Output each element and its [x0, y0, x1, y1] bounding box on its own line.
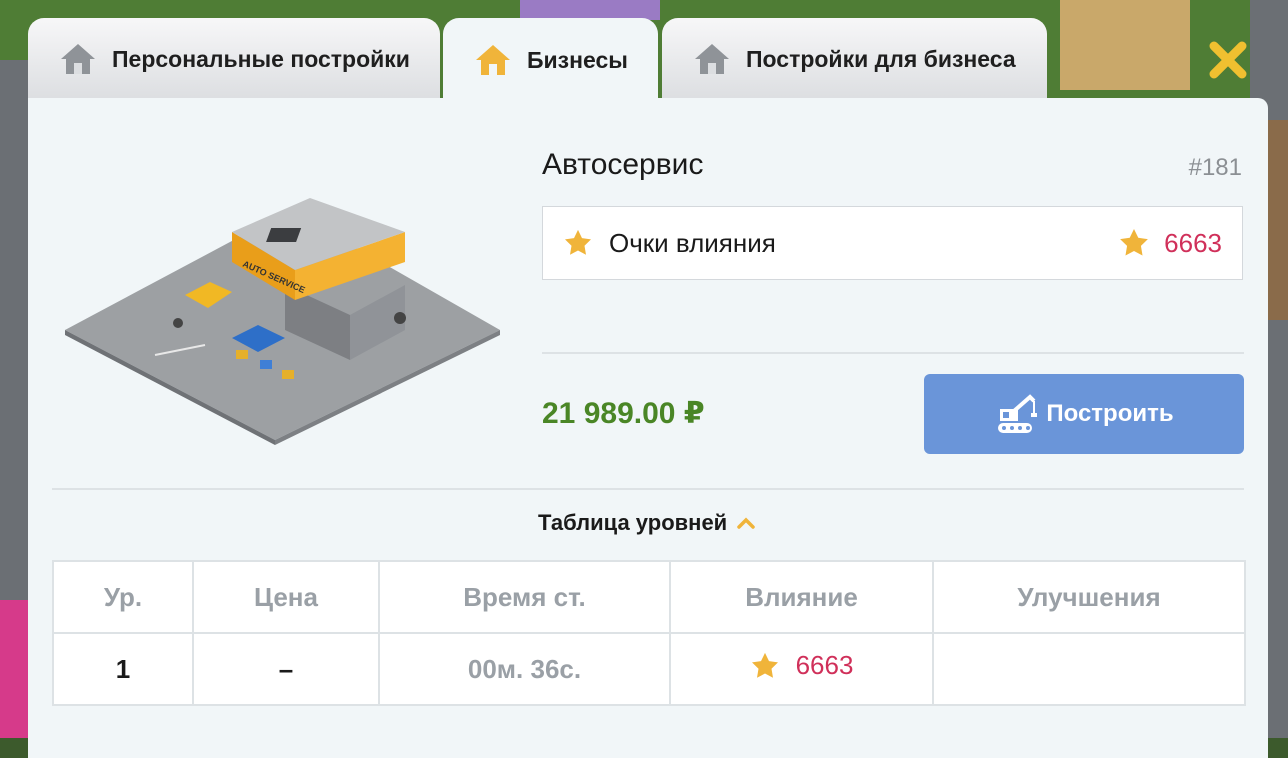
star-icon: [1120, 229, 1149, 256]
close-icon[interactable]: [1206, 38, 1250, 82]
header-build-time: Время ст.: [378, 560, 671, 634]
header-influence: Влияние: [669, 560, 934, 634]
divider: [542, 352, 1244, 354]
star-icon: [751, 652, 778, 678]
tab-label: Бизнесы: [527, 46, 628, 73]
levels-table: Ур. Цена Время ст. Влияние Улучшения 1 –…: [52, 560, 1246, 706]
table-row: 1 – 00м. 36с. 6663: [52, 632, 1246, 706]
levels-table-toggle-label: Таблица уровней: [538, 510, 728, 535]
divider: [52, 488, 1244, 490]
influence-cell-value: 6663: [795, 650, 854, 681]
table-header-row: Ур. Цена Время ст. Влияние Улучшения: [52, 560, 1246, 634]
influence-label: Очки влияния: [609, 227, 776, 258]
tab-business-buildings[interactable]: Постройки для бизнеса: [662, 18, 1047, 100]
levels-table-toggle[interactable]: Таблица уровней: [538, 510, 755, 536]
influence-value: 6663: [1164, 227, 1222, 258]
tab-label: Персональные постройки: [112, 45, 410, 72]
header-price: Цена: [192, 560, 380, 634]
header-upgrades: Улучшения: [932, 560, 1246, 634]
build-button[interactable]: Построить: [924, 374, 1244, 454]
star-icon: [565, 229, 591, 255]
house-icon: [61, 44, 95, 74]
house-icon: [476, 45, 510, 75]
tab-label: Постройки для бизнеса: [746, 45, 1016, 72]
price: 21 989.00 ₽: [542, 397, 705, 430]
header-level: Ур.: [52, 560, 194, 634]
chevron-up-icon: [737, 517, 755, 529]
build-button-label: Построить: [1046, 400, 1174, 427]
influence-row: Очки влияния 6663: [542, 206, 1243, 280]
house-icon: [695, 44, 729, 74]
cell-upgrades: [932, 632, 1246, 706]
business-id: #181: [1188, 154, 1242, 181]
business-title: Автосервис: [542, 148, 704, 181]
building-illustration: AUTO SERVICE: [65, 198, 500, 445]
cell-build-time: 00м. 36с.: [378, 632, 671, 706]
cell-level: 1: [52, 632, 194, 706]
crane-icon: [998, 394, 1038, 433]
cell-price: –: [192, 632, 380, 706]
tab-businesses[interactable]: Бизнесы: [443, 18, 658, 102]
tab-personal-buildings[interactable]: Персональные постройки: [28, 18, 440, 100]
cell-influence: 6663: [669, 632, 934, 706]
